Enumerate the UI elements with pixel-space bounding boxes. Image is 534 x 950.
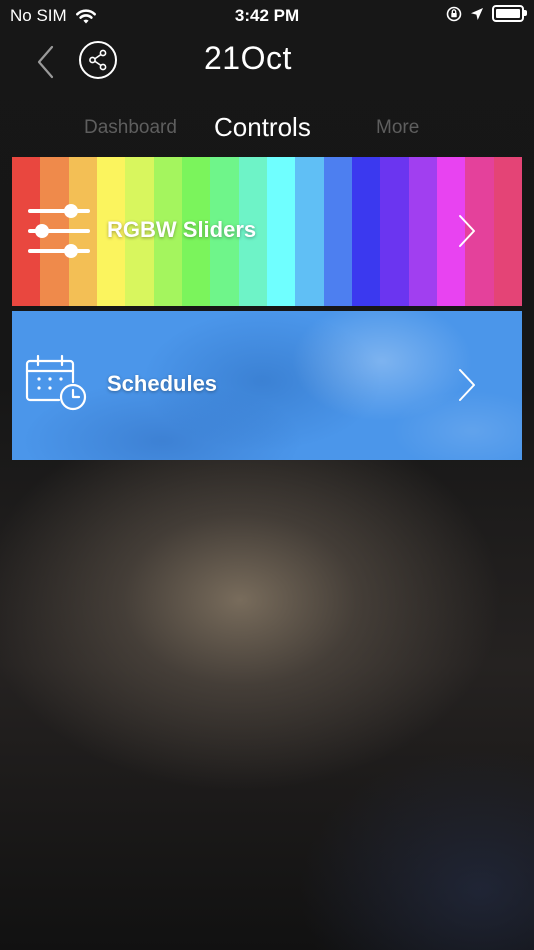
share-button[interactable] <box>79 41 117 79</box>
color-stripe <box>408 157 437 306</box>
rgbw-sliders-label: RGBW Sliders <box>107 217 257 242</box>
orientation-lock-icon <box>446 6 462 21</box>
tab-more[interactable]: More <box>376 117 419 139</box>
header: 21Oct <box>0 38 534 88</box>
schedules-label: Schedules <box>107 371 218 396</box>
share-icon <box>89 49 107 71</box>
color-stripe <box>351 157 381 306</box>
color-stripe <box>380 157 409 306</box>
status-bar: No SIM 3:42 PM <box>0 0 534 32</box>
color-stripe <box>266 157 296 306</box>
sliders-icon <box>28 204 90 258</box>
color-stripe <box>295 157 324 306</box>
chevron-right-icon <box>459 215 475 247</box>
rgbw-sliders-card[interactable]: RGBW Sliders <box>12 157 522 306</box>
status-right-group <box>446 5 527 22</box>
tab-dashboard[interactable]: Dashboard <box>84 117 177 139</box>
schedules-card[interactable]: Schedules <box>12 311 522 460</box>
battery-icon <box>492 5 527 22</box>
battery-fill <box>496 9 520 18</box>
calendar-clock-icon <box>25 354 87 411</box>
color-stripe <box>323 157 352 306</box>
tab-controls[interactable]: Controls <box>214 112 311 143</box>
chevron-left-icon[interactable] <box>30 44 60 80</box>
chevron-right-icon <box>459 369 475 401</box>
location-arrow-icon <box>471 7 483 20</box>
color-stripe <box>493 157 522 306</box>
tab-bar: Dashboard Controls More <box>0 110 534 144</box>
page-title: 21Oct <box>204 40 292 76</box>
